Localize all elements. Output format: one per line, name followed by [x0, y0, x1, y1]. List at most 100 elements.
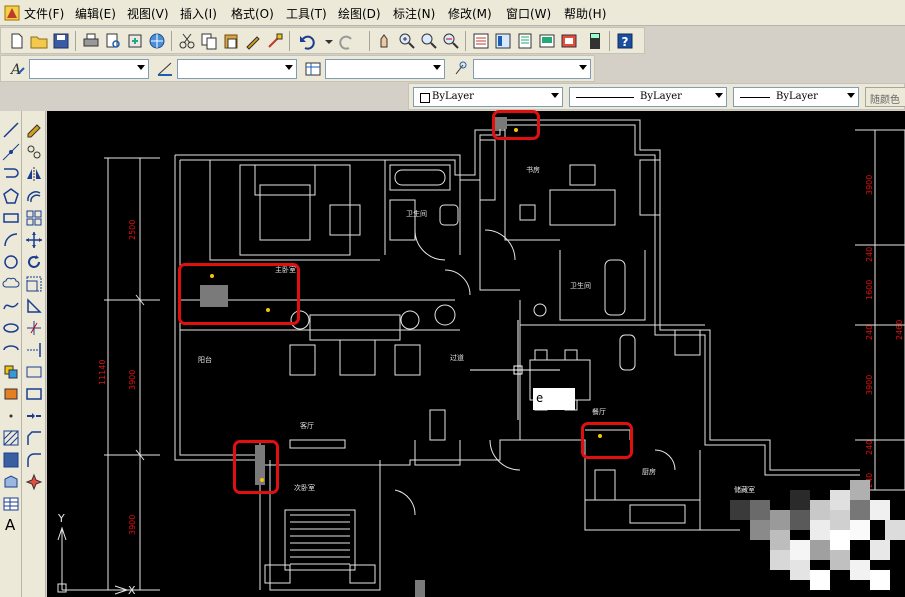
move-icon[interactable] — [25, 231, 43, 249]
table-style-select[interactable] — [325, 59, 445, 79]
linetype-control-select[interactable]: ByLayer — [569, 87, 727, 107]
paste-icon[interactable] — [221, 31, 241, 51]
zoom-window-icon[interactable] — [419, 31, 439, 51]
make-block-icon[interactable] — [2, 385, 20, 403]
web-publish-icon[interactable] — [147, 31, 167, 51]
join-icon[interactable] — [25, 407, 43, 425]
menu-file[interactable]: 文件(F) — [24, 5, 64, 22]
pan-realtime-icon[interactable] — [375, 31, 395, 51]
break-at-point-icon[interactable] — [25, 363, 43, 381]
ellipse-arc-icon[interactable] — [2, 341, 20, 359]
table-icon[interactable] — [2, 495, 20, 513]
print-icon[interactable] — [81, 31, 101, 51]
copy-object-icon[interactable] — [25, 143, 43, 161]
tool-palettes-icon[interactable] — [515, 31, 535, 51]
mosaic-watermark — [730, 480, 905, 590]
zoom-previous-icon[interactable] — [441, 31, 461, 51]
styles-toolbar: A — [0, 55, 595, 82]
menu-help[interactable]: 帮助(H) — [564, 5, 606, 22]
menu-edit[interactable]: 编辑(E) — [75, 5, 116, 22]
menu-window[interactable]: 窗口(W) — [506, 5, 551, 22]
zoom-realtime-icon[interactable] — [397, 31, 417, 51]
dimension-right-4: 240 — [865, 325, 874, 340]
sheet-set-icon[interactable] — [537, 31, 557, 51]
highlight-box-restaurant-socket — [581, 422, 633, 459]
text-style-icon[interactable]: A — [7, 59, 27, 79]
dimension-left-2: 3900 — [128, 370, 137, 390]
erase-icon[interactable] — [25, 121, 43, 139]
revision-cloud-icon[interactable] — [2, 275, 20, 293]
dimension-left-1: 2500 — [128, 220, 137, 240]
fillet-icon[interactable] — [25, 451, 43, 469]
multileader-style-icon[interactable] — [451, 59, 471, 79]
explode-icon[interactable] — [25, 473, 43, 491]
point-icon[interactable] — [2, 407, 20, 425]
menu-insert[interactable]: 插入(I) — [180, 5, 217, 22]
region-icon[interactable] — [2, 473, 20, 491]
mirror-icon[interactable] — [25, 165, 43, 183]
table-style-icon[interactable] — [303, 59, 323, 79]
arc-icon[interactable] — [2, 231, 20, 249]
multileader-style-select[interactable] — [473, 59, 591, 79]
dimension-left-total: 11140 — [98, 360, 107, 385]
array-icon[interactable] — [25, 209, 43, 227]
plotstyle-control-select[interactable]: 随颜色 — [865, 87, 905, 107]
circle-icon[interactable] — [2, 253, 20, 271]
dynamic-input-box[interactable]: e — [533, 388, 575, 410]
break-icon[interactable] — [25, 385, 43, 403]
menu-format[interactable]: 格式(O) — [231, 5, 274, 22]
save-icon[interactable] — [51, 31, 71, 51]
menu-tools[interactable]: 工具(T) — [286, 5, 327, 22]
stretch-icon[interactable] — [25, 297, 43, 315]
lineweight-control-select[interactable]: ByLayer — [733, 87, 859, 107]
dimension-style-icon[interactable] — [155, 59, 175, 79]
redo-icon[interactable] — [337, 31, 357, 51]
block-editor-icon[interactable] — [265, 31, 285, 51]
menu-draw[interactable]: 绘图(D) — [338, 5, 381, 22]
polyline-icon[interactable] — [2, 165, 20, 183]
dimension-right-1: 3900 — [865, 175, 874, 195]
print-preview-icon[interactable] — [103, 31, 123, 51]
undo-dropdown-icon[interactable] — [319, 31, 339, 51]
rectangle-icon[interactable] — [2, 209, 20, 227]
multiline-text-icon[interactable]: A — [2, 515, 20, 533]
dimension-right-7: 2460 — [895, 320, 904, 340]
undo-icon[interactable] — [297, 31, 317, 51]
autocad-app-icon[interactable] — [4, 5, 20, 21]
insert-block-icon[interactable] — [2, 363, 20, 381]
chamfer-icon[interactable] — [25, 429, 43, 447]
design-center-icon[interactable] — [493, 31, 513, 51]
rotate-icon[interactable] — [25, 253, 43, 271]
text-style-select[interactable] — [29, 59, 149, 79]
properties-icon[interactable] — [471, 31, 491, 51]
quickcalc-icon[interactable] — [585, 31, 605, 51]
trim-icon[interactable] — [25, 319, 43, 337]
lineweight-control-value: ByLayer — [776, 91, 818, 102]
offset-icon[interactable] — [25, 187, 43, 205]
spline-icon[interactable] — [2, 297, 20, 315]
color-control-select[interactable]: ByLayer — [413, 87, 563, 107]
room-label-aisle: 过道 — [450, 353, 464, 362]
help-icon[interactable]: ? — [615, 31, 635, 51]
new-file-icon[interactable] — [7, 31, 27, 51]
copy-icon[interactable] — [199, 31, 219, 51]
markup-icon[interactable] — [559, 31, 579, 51]
dimension-style-select[interactable] — [177, 59, 297, 79]
open-folder-icon[interactable] — [29, 31, 49, 51]
highlight-box-second-bedroom-socket — [233, 440, 279, 494]
publish-icon[interactable] — [125, 31, 145, 51]
menu-view[interactable]: 视图(V) — [127, 5, 169, 22]
line-tool-icon[interactable] — [2, 121, 20, 139]
ellipse-icon[interactable] — [2, 319, 20, 337]
polygon-icon[interactable] — [2, 187, 20, 205]
construction-line-icon[interactable] — [2, 143, 20, 161]
scale-icon[interactable] — [25, 275, 43, 293]
ucs-icon — [57, 526, 129, 595]
extend-icon[interactable] — [25, 341, 43, 359]
match-properties-icon[interactable] — [243, 31, 263, 51]
menu-modify[interactable]: 修改(M) — [448, 5, 492, 22]
hatch-icon[interactable] — [2, 429, 20, 447]
menu-dimension[interactable]: 标注(N) — [393, 5, 435, 22]
gradient-icon[interactable] — [2, 451, 20, 469]
cut-icon[interactable] — [177, 31, 197, 51]
